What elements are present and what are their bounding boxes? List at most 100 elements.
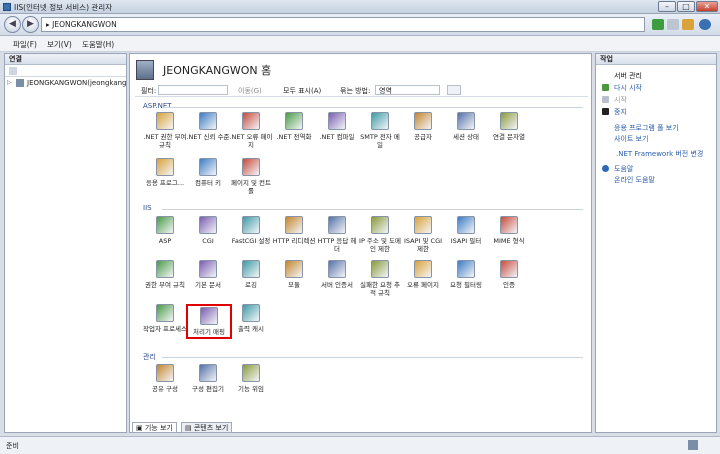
feature-item[interactable]: CGI — [186, 216, 230, 245]
feature-item[interactable]: 공유 구성 — [143, 364, 187, 393]
address-box[interactable]: ▸ JEONGKANGWON — [41, 17, 645, 32]
group-divider — [162, 209, 583, 210]
feature-label: 오류 페이지 — [407, 281, 439, 289]
maximize-button[interactable]: □ — [677, 1, 695, 12]
feature-item[interactable]: ASP — [143, 216, 187, 245]
action-stop[interactable]: 중지 — [614, 107, 627, 117]
refresh-icon[interactable] — [652, 19, 664, 30]
feature-item[interactable]: 구성 편집기 — [186, 364, 230, 393]
feature-item[interactable]: IP 주소 및 도메인 제한 — [358, 216, 402, 253]
feature-icon — [414, 260, 432, 278]
connections-toolbar — [5, 65, 126, 77]
feature-item[interactable]: 서버 인증서 — [315, 260, 359, 289]
action-netfx-version[interactable]: .NET Framework 버전 변경 — [616, 149, 703, 159]
feature-icon — [199, 364, 217, 382]
back-button[interactable]: ◀ — [4, 16, 21, 33]
feature-item[interactable]: 컴퓨터 키 — [186, 158, 230, 187]
menu-view[interactable]: 보기(V) — [47, 39, 72, 50]
feature-item[interactable]: HTTP 응답 헤더 — [315, 216, 359, 253]
restart-icon — [602, 84, 609, 91]
feature-item[interactable]: 세션 상태 — [444, 112, 488, 141]
filter-input[interactable] — [158, 85, 228, 95]
feature-item[interactable]: 권한 부여 규칙 — [143, 260, 187, 289]
feature-item[interactable]: 로깅 — [229, 260, 273, 289]
tree-expand-icon[interactable]: ▷ — [7, 79, 12, 86]
stop-icon[interactable] — [667, 19, 679, 30]
feature-item[interactable]: 인증 — [487, 260, 531, 289]
start-icon — [602, 96, 609, 103]
go-button[interactable]: 이동(G) — [238, 86, 262, 96]
show-all-button[interactable]: 모두 표시(A) — [283, 86, 321, 96]
feature-item[interactable]: SMTP 전자 메일 — [358, 112, 402, 149]
menu-file[interactable]: 파일(F) — [13, 39, 37, 50]
tab-features-view[interactable]: ▣ 기능 보기 — [132, 422, 177, 433]
feature-item[interactable]: 오류 페이지 — [401, 260, 445, 289]
app-icon — [3, 3, 11, 11]
help-icon[interactable] — [699, 19, 711, 30]
feature-label: 로깅 — [245, 281, 257, 289]
feature-icon — [500, 216, 518, 234]
action-help[interactable]: 도움말 — [614, 164, 633, 174]
feature-item[interactable]: .NET 권한 부여 규칙 — [143, 112, 187, 149]
feature-item[interactable]: .NET 컴파일 — [315, 112, 359, 141]
tab-content-view[interactable]: ▤ 콘텐츠 보기 — [181, 422, 233, 433]
feature-icon — [371, 216, 389, 234]
group-divider — [162, 357, 583, 358]
view-mode-icon[interactable] — [447, 85, 461, 95]
feature-icon — [242, 260, 260, 278]
connections-pane: 연결 ▷ JEONGKANGWON(jeongkang — [4, 53, 127, 433]
feature-item[interactable]: ISAPI 및 CGI 제한 — [401, 216, 445, 253]
feature-item[interactable]: 응용 프로그... — [143, 158, 187, 187]
feature-icon — [328, 112, 346, 130]
feature-item[interactable]: MIME 형식 — [487, 216, 531, 245]
forward-button[interactable]: ▶ — [22, 16, 39, 33]
feature-item[interactable]: 모듈 — [272, 260, 316, 289]
feature-item-handler-mappings-highlighted[interactable]: 처리기 매핑 — [186, 304, 232, 339]
feature-icon — [242, 158, 260, 176]
tree-item-server[interactable]: ▷ JEONGKANGWON(jeongkang — [5, 77, 126, 89]
action-app-pools[interactable]: 응용 프로그램 풀 보기 — [614, 123, 679, 133]
group-by-select[interactable]: 영역 — [375, 85, 440, 95]
feature-label: 응용 프로그... — [145, 179, 185, 187]
feature-item[interactable]: FastCGI 설정 — [229, 216, 273, 245]
action-sites[interactable]: 사이트 보기 — [614, 134, 648, 144]
minimize-button[interactable]: – — [658, 1, 676, 12]
feature-icon — [199, 158, 217, 176]
feature-icon — [328, 216, 346, 234]
server-icon — [136, 60, 154, 80]
feature-item[interactable]: 작업자 프로세스 — [143, 304, 187, 333]
home-icon[interactable] — [682, 19, 694, 30]
feature-item[interactable]: 공급자 — [401, 112, 445, 141]
feature-item[interactable]: 실패한 요청 추적 규칙 — [358, 260, 402, 297]
feature-label: 세션 상태 — [453, 133, 479, 141]
feature-item[interactable]: 연결 문자열 — [487, 112, 531, 141]
feature-label: 공유 구성 — [152, 385, 178, 393]
feature-item[interactable]: .NET 전역화 — [272, 112, 316, 141]
feature-label: .NET 권한 부여 규칙 — [143, 133, 187, 149]
feature-label: HTTP 응답 헤더 — [317, 237, 357, 253]
feature-item[interactable]: .NET 신뢰 수준 — [186, 112, 230, 141]
feature-item[interactable]: 기본 문서 — [186, 260, 230, 289]
feature-item[interactable]: HTTP 리디렉션 — [272, 216, 316, 245]
feature-item[interactable]: 출력 캐시 — [229, 304, 273, 333]
close-button[interactable]: ✕ — [696, 1, 718, 12]
group-header[interactable]: 관리 — [143, 352, 156, 362]
feature-label: .NET 신뢰 수준 — [186, 133, 230, 141]
connect-icon[interactable] — [9, 67, 17, 75]
feature-label: ASP — [158, 237, 172, 245]
action-start[interactable]: 시작 — [614, 95, 627, 105]
feature-item[interactable]: 기능 위임 — [229, 364, 273, 393]
feature-label: 서버 인증서 — [321, 281, 353, 289]
feature-item[interactable]: 페이지 및 컨트롤 — [229, 158, 273, 195]
group-header[interactable]: IIS — [143, 204, 152, 212]
title-bar: IIS(인터넷 정보 서비스) 관리자 – □ ✕ — [0, 0, 720, 14]
feature-item[interactable]: .NET 오류 페이지 — [229, 112, 273, 149]
feature-item[interactable]: 요청 필터링 — [444, 260, 488, 289]
group-header[interactable]: ASP.NET — [143, 102, 172, 110]
feature-label: ISAPI 필터 — [450, 237, 482, 245]
feature-label: .NET 전역화 — [276, 133, 312, 141]
feature-item[interactable]: ISAPI 필터 — [444, 216, 488, 245]
menu-help[interactable]: 도움말(H) — [82, 39, 114, 50]
action-online-help[interactable]: 온라인 도움말 — [614, 175, 655, 185]
action-restart[interactable]: 다시 시작 — [614, 83, 642, 93]
